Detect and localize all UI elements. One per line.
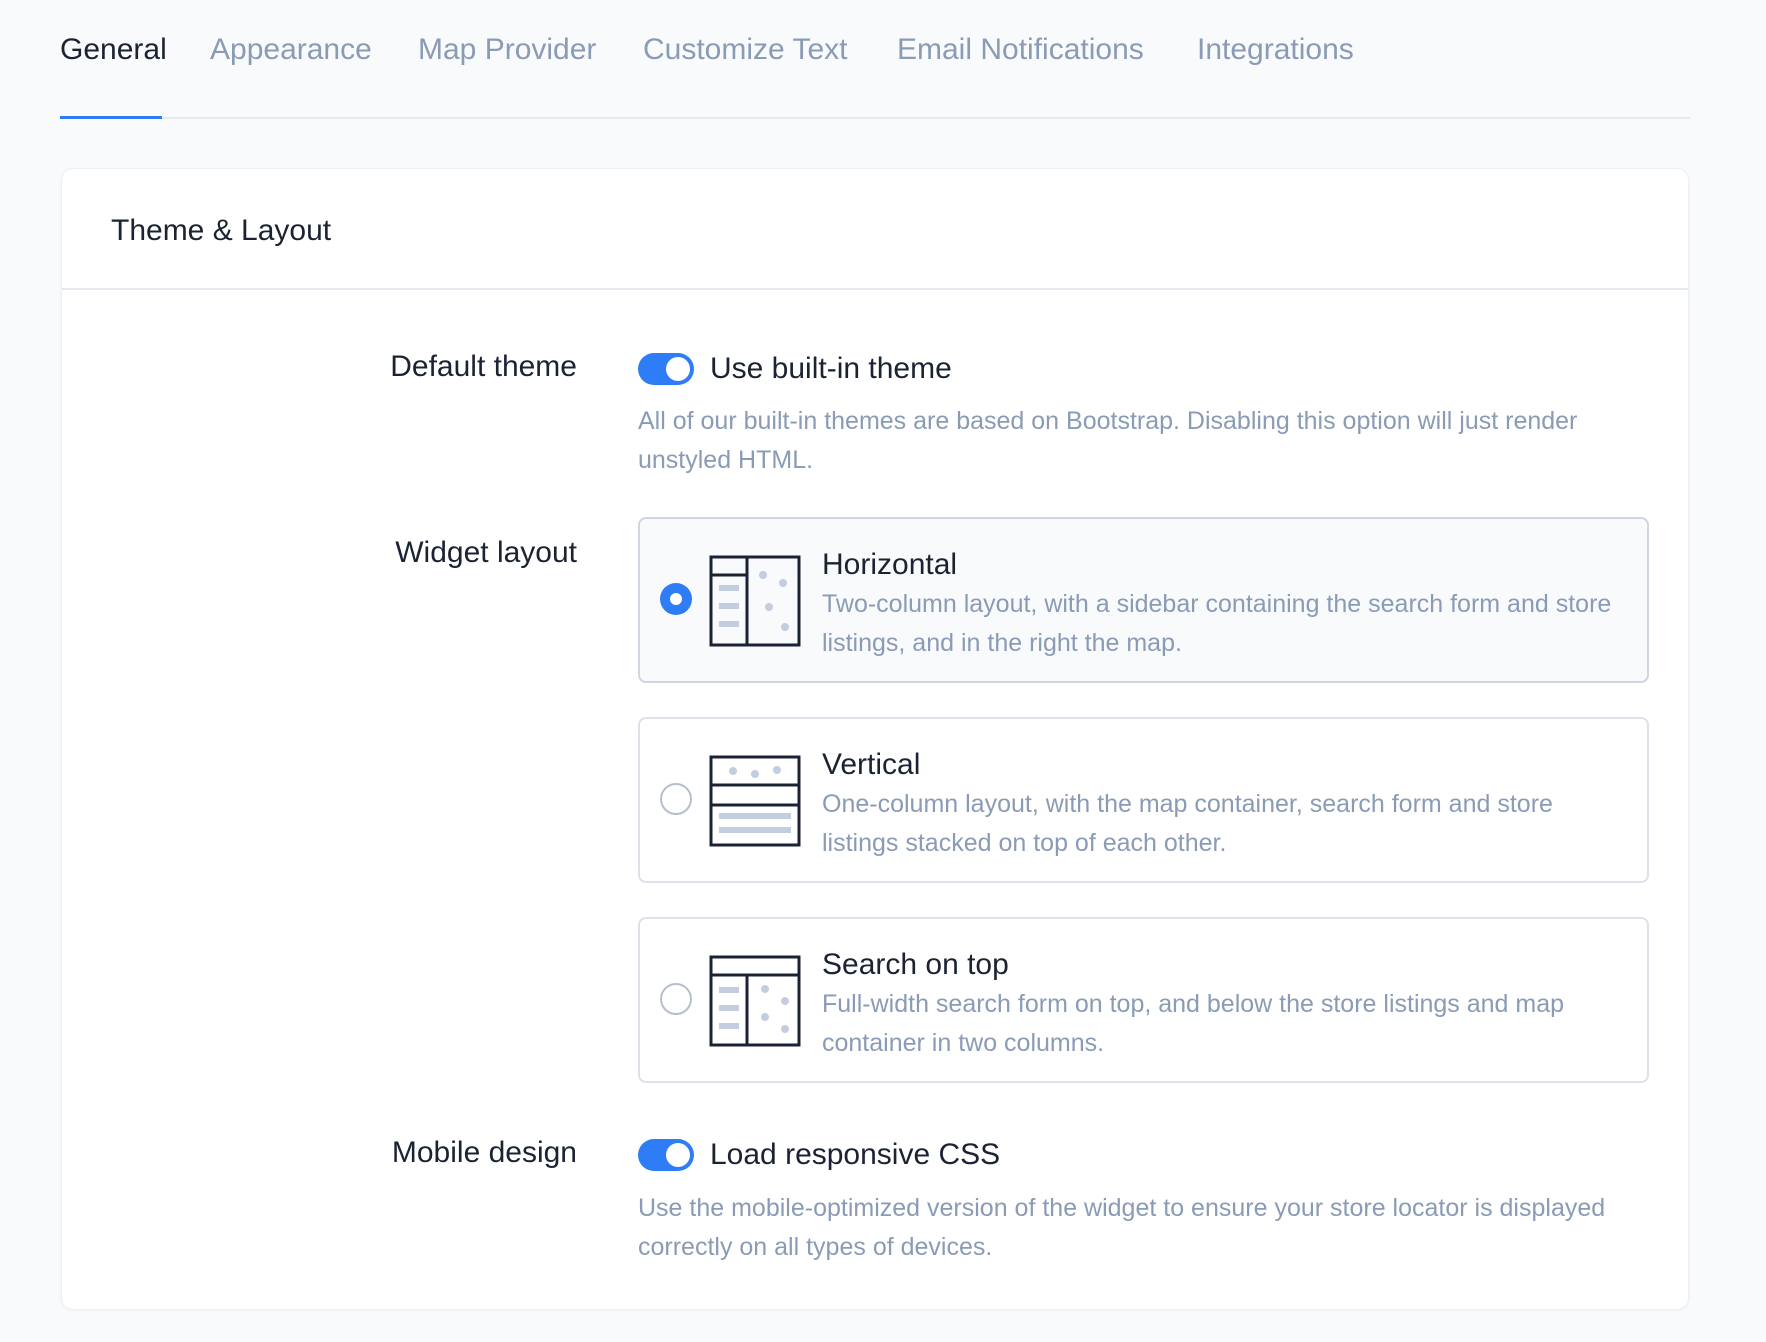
layout-option-title: Horizontal	[822, 548, 958, 581]
layout-option-horizontal[interactable]: Horizontal Two-column layout, with a sid…	[638, 517, 1649, 683]
layout-horizontal-icon	[709, 555, 801, 647]
layout-radio-vertical[interactable]	[660, 783, 692, 815]
layout-option-vertical[interactable]: Vertical One-column layout, with the map…	[638, 717, 1649, 883]
settings-tabs: General Appearance Map Provider Customiz…	[60, 0, 1690, 119]
layout-option-description: Full-width search form on top, and below…	[822, 990, 1565, 1057]
tab-appearance[interactable]: Appearance	[210, 30, 372, 70]
default-theme-label: Default theme	[390, 350, 577, 383]
active-tab-indicator	[60, 116, 162, 119]
mobile-design-toggle-label[interactable]: Load responsive CSS	[710, 1135, 1000, 1175]
default-theme-help: All of our built-in themes are based on …	[638, 407, 1578, 474]
theme-layout-card: Theme & Layout Default theme Use built-i…	[61, 168, 1689, 1310]
layout-option-title: Search on top	[822, 948, 1009, 981]
layout-option-description: Two-column layout, with a sidebar contai…	[822, 590, 1612, 657]
layout-option-description: One-column layout, with the map containe…	[822, 790, 1553, 857]
toggle-knob	[666, 357, 690, 381]
layout-vertical-icon	[709, 755, 801, 847]
tab-general[interactable]: General	[60, 30, 167, 70]
widget-layout-label: Widget layout	[395, 536, 577, 569]
toggle-knob	[666, 1143, 690, 1167]
tab-email-notifications[interactable]: Email Notifications	[897, 30, 1144, 70]
tab-map-provider[interactable]: Map Provider	[418, 30, 596, 70]
mobile-design-help: Use the mobile-optimized version of the …	[638, 1194, 1606, 1261]
mobile-design-label: Mobile design	[391, 1136, 577, 1169]
tab-integrations[interactable]: Integrations	[1197, 30, 1354, 70]
section-title: Theme & Layout	[111, 214, 332, 247]
layout-radio-horizontal[interactable]	[660, 583, 692, 615]
mobile-design-toggle[interactable]	[638, 1139, 694, 1171]
layout-option-search-on-top[interactable]: Search on top Full-width search form on …	[638, 917, 1649, 1083]
card-header: Theme & Layout	[62, 169, 1688, 290]
tab-customize-text[interactable]: Customize Text	[643, 30, 848, 70]
default-theme-toggle-label[interactable]: Use built-in theme	[710, 349, 952, 389]
layout-search-on-top-icon	[709, 955, 801, 1047]
default-theme-toggle[interactable]	[638, 353, 694, 385]
layout-option-title: Vertical	[822, 748, 921, 781]
layout-radio-search-on-top[interactable]	[660, 983, 692, 1015]
